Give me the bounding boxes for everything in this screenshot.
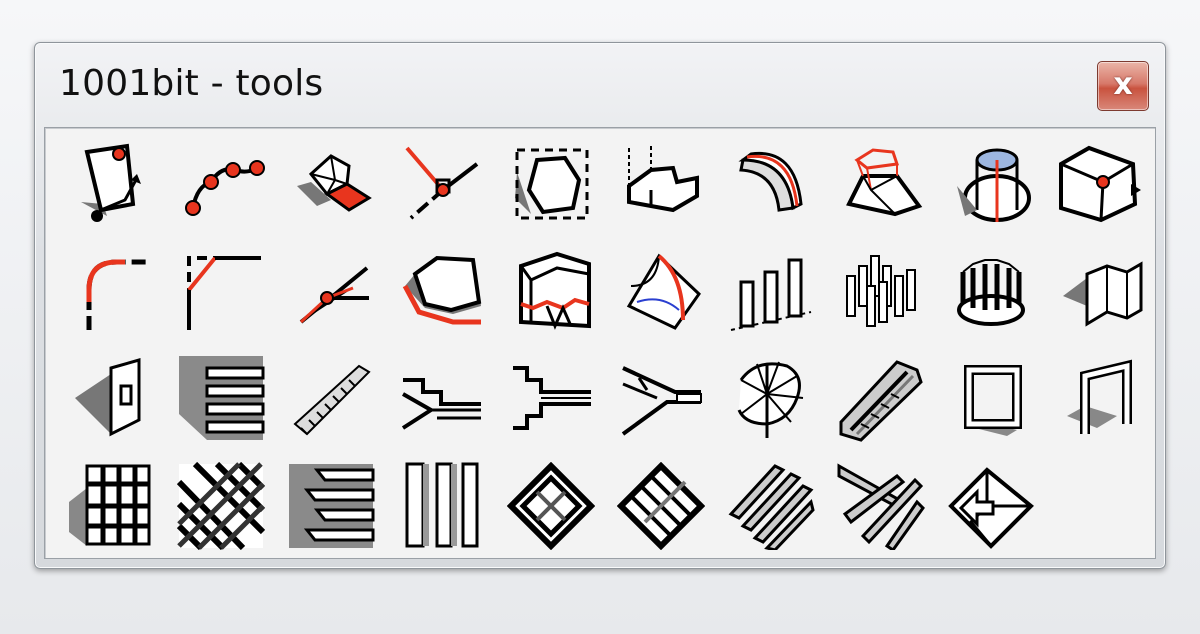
roof-frame-icon: [507, 462, 595, 550]
straight-stair-icon: [293, 364, 371, 436]
spiral-stair-icon: [737, 361, 804, 438]
tool-wall-opening[interactable]: [67, 354, 155, 442]
curved-surface-icon: [626, 253, 701, 330]
tool-edge-offset[interactable]: [397, 246, 485, 334]
close-icon: x: [1113, 67, 1133, 102]
folded-arrow-icon: [948, 467, 1034, 549]
tool-chamfer-corner[interactable]: [177, 246, 265, 334]
door-frame-icon: [1067, 359, 1132, 434]
tool-extruded-profile[interactable]: [617, 138, 705, 226]
tool-vertical-fins[interactable]: [397, 462, 485, 550]
tools-window: 1001bit - tools x: [34, 42, 1166, 569]
pillars-circle-icon: [957, 259, 1025, 326]
chamfer-corner-icon: [187, 256, 261, 330]
tool-pillars-grid[interactable]: [837, 246, 925, 334]
stair-section-icon: [621, 366, 702, 436]
tool-lattice[interactable]: [177, 462, 265, 550]
tool-folded-wall[interactable]: [1057, 246, 1145, 334]
tool-faceted-solid[interactable]: [287, 138, 375, 226]
ramp-stair-icon: [839, 360, 923, 442]
window-frame-icon: [964, 365, 1022, 436]
tool-stacked-slabs[interactable]: [177, 354, 265, 442]
close-button[interactable]: x: [1097, 61, 1149, 111]
wall-section-icon: [519, 251, 591, 330]
tool-rectangle-points[interactable]: [67, 138, 155, 226]
line-intersection-icon: [405, 146, 479, 220]
tool-palette: [44, 127, 1156, 559]
tool-grid-frame[interactable]: [67, 462, 155, 550]
roof-rafters-icon: [617, 462, 705, 550]
tool-door-frame[interactable]: [1057, 354, 1145, 442]
tool-frustum-top-face[interactable]: [837, 138, 925, 226]
stacked-slabs-icon: [179, 356, 265, 440]
rectangle-points-icon: [81, 143, 141, 222]
tool-cube-point[interactable]: [1057, 138, 1145, 226]
tool-ramp-stair[interactable]: [837, 354, 925, 442]
tool-curved-surface[interactable]: [617, 246, 705, 334]
hole-cutter-icon: [957, 148, 1031, 222]
tool-pillars-row[interactable]: [727, 246, 815, 334]
tool-polyline-points[interactable]: [177, 138, 265, 226]
angle-bisector-icon: [299, 266, 369, 324]
tool-angle-bisector[interactable]: [287, 246, 375, 334]
pillars-grid-icon: [846, 255, 916, 327]
tool-roof-rafters[interactable]: [617, 462, 705, 550]
tool-stair-landing[interactable]: [507, 354, 595, 442]
vertical-fins-icon: [405, 462, 479, 548]
cube-point-icon: [1059, 145, 1141, 223]
offset-outline-icon: [515, 148, 589, 220]
stair-landing-icon: [513, 366, 591, 430]
wall-opening-icon: [75, 358, 141, 437]
stair-profile-icon: [401, 378, 481, 430]
tool-stair-profile[interactable]: [397, 354, 485, 442]
stepped-slabs-icon: [289, 464, 375, 548]
extruded-profile-icon: [627, 146, 699, 213]
window-title: 1001bit - tools: [59, 63, 324, 104]
tool-folded-arrow[interactable]: [947, 462, 1035, 550]
lattice-icon: [177, 462, 265, 550]
radial-beams-icon: [837, 463, 925, 550]
tool-hole-cutter[interactable]: [947, 138, 1035, 226]
tool-parallel-beams[interactable]: [727, 462, 815, 550]
tool-stepped-slabs[interactable]: [287, 462, 375, 550]
tool-stair-section[interactable]: [617, 354, 705, 442]
pillars-row-icon: [730, 258, 812, 331]
tool-radial-beams[interactable]: [837, 462, 925, 550]
grid-frame-icon: [69, 464, 151, 546]
edge-offset-icon: [402, 255, 482, 325]
tool-wall-section[interactable]: [507, 246, 595, 334]
tool-spiral-stair[interactable]: [727, 354, 815, 442]
folded-wall-icon: [1063, 261, 1143, 327]
faceted-solid-icon: [297, 154, 372, 212]
tool-offset-outline[interactable]: [507, 138, 595, 226]
tool-roof-frame[interactable]: [507, 462, 595, 550]
tool-window-frame[interactable]: [947, 354, 1035, 442]
parallel-beams-icon: [728, 464, 815, 550]
frustum-top-face-icon: [846, 148, 923, 217]
tool-straight-stair[interactable]: [287, 354, 375, 442]
tool-pillars-circle[interactable]: [947, 246, 1035, 334]
polyline-points-icon: [185, 160, 265, 216]
curved-extrusion-icon: [738, 151, 803, 212]
tool-fillet-corner[interactable]: [67, 246, 155, 334]
fillet-corner-icon: [86, 259, 147, 330]
tool-curved-extrusion[interactable]: [727, 138, 815, 226]
tool-line-intersection[interactable]: [397, 138, 485, 226]
